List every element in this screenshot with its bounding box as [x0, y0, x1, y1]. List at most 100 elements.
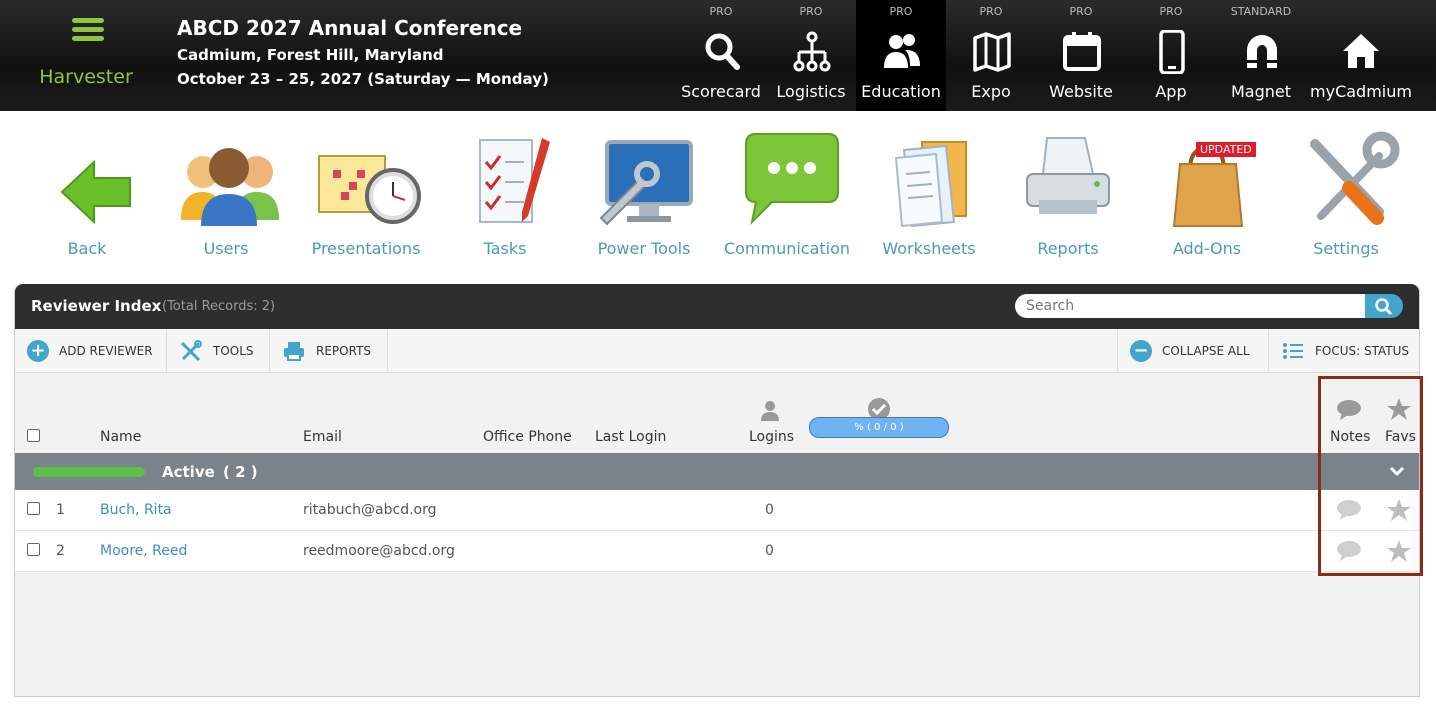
- reviewer-email: ritabuch@abcd.org: [303, 502, 437, 518]
- group-label: Active: [162, 463, 215, 481]
- collapse-all-label: COLLAPSE ALL: [1162, 344, 1250, 358]
- tool-settings[interactable]: Settings: [1281, 130, 1411, 258]
- module-nav: PRO Scorecard PRO Logistics PRO Educatio…: [676, 0, 1416, 111]
- tool-worksheets[interactable]: Worksheets: [864, 130, 994, 258]
- list-icon: [1283, 343, 1303, 359]
- tool-label: Presentations: [311, 239, 421, 258]
- nav-tier: PRO: [709, 5, 733, 18]
- tool-users[interactable]: Users: [161, 130, 291, 258]
- nav-label: Expo: [971, 82, 1011, 101]
- brand[interactable]: Harvester: [0, 0, 172, 111]
- search-icon: [1375, 298, 1392, 315]
- collapse-all-button[interactable]: − COLLAPSE ALL: [1117, 329, 1268, 373]
- nav-magnet[interactable]: STANDARD Magnet: [1216, 0, 1306, 111]
- tool-reports[interactable]: Reports: [1003, 130, 1133, 258]
- search-input[interactable]: [1015, 294, 1365, 318]
- tools-icon: [180, 340, 202, 362]
- nav-education[interactable]: PRO Education: [856, 0, 946, 111]
- hamburger-menu-icon[interactable]: [72, 18, 104, 42]
- nav-tier: PRO: [1069, 5, 1093, 18]
- col-logins[interactable]: Logins: [749, 429, 794, 445]
- group-status-bar: [33, 467, 145, 477]
- phone-icon: [1159, 30, 1185, 74]
- tool-presentations[interactable]: Presentations: [301, 130, 431, 258]
- nav-tier: PRO: [979, 5, 1003, 18]
- tool-row: Back Users Presentations Tasks Power Too…: [0, 130, 1436, 260]
- nav-scorecard[interactable]: PRO Scorecard: [676, 0, 766, 111]
- nav-label: myCadmium: [1310, 82, 1412, 101]
- top-bar: Harvester ABCD 2027 Annual Conference Ca…: [0, 0, 1436, 111]
- tool-add-ons[interactable]: UPDATED Add-Ons: [1142, 130, 1272, 258]
- nav-tier: PRO: [799, 5, 823, 18]
- reports-label: REPORTS: [316, 344, 372, 358]
- tools-button[interactable]: TOOLS: [167, 329, 270, 373]
- select-all-checkbox[interactable]: [27, 429, 40, 442]
- tool-power-tools[interactable]: Power Tools: [579, 130, 709, 258]
- tool-label: Add-Ons: [1172, 239, 1242, 258]
- reviewer-logins: 0: [765, 502, 774, 518]
- row-checkbox[interactable]: [27, 543, 40, 556]
- plus-icon: +: [27, 340, 49, 362]
- chat-icon: [745, 133, 839, 226]
- event-location: Cadmium, Forest Hill, Maryland: [177, 46, 444, 64]
- reviewer-logins: 0: [765, 543, 774, 559]
- tools-label: TOOLS: [213, 344, 254, 358]
- focus-status-label: FOCUS: STATUS: [1315, 344, 1410, 358]
- focus-status-button[interactable]: FOCUS: STATUS: [1268, 329, 1421, 373]
- nav-label: Magnet: [1230, 82, 1292, 101]
- nav-label: Logistics: [776, 82, 846, 101]
- progress-pill[interactable]: % ( 0 / 0 ): [809, 417, 949, 438]
- tool-label: Communication: [723, 239, 851, 258]
- tool-label: Users: [203, 239, 249, 258]
- nav-tier: PRO: [1159, 5, 1183, 18]
- panel-title: Reviewer Index: [31, 297, 162, 315]
- tool-back[interactable]: Back: [22, 130, 152, 258]
- tool-label: Tasks: [483, 239, 527, 258]
- nav-label: Website: [1049, 82, 1113, 101]
- power-tools-icon: [599, 140, 693, 226]
- col-name[interactable]: Name: [100, 429, 141, 445]
- reviewer-name-link[interactable]: Buch, Rita: [100, 502, 172, 518]
- tool-label: Worksheets: [882, 239, 976, 258]
- nav-label: Education: [861, 82, 941, 101]
- highlight-box: [1318, 376, 1423, 576]
- event-info: ABCD 2027 Annual Conference Cadmium, For…: [177, 16, 549, 88]
- group-active[interactable]: Active ( 2 ): [15, 453, 1419, 490]
- table-row[interactable]: 2 Moore, Reed reedmoore@abcd.org 0: [15, 531, 1419, 572]
- nav-tier: PRO: [889, 5, 913, 18]
- col-email[interactable]: Email: [303, 429, 342, 445]
- map-icon: [973, 32, 1011, 72]
- printer-icon: [284, 342, 304, 361]
- col-last-login[interactable]: Last Login: [595, 429, 666, 445]
- panel-header: Reviewer Index (Total Records: 2): [15, 284, 1419, 329]
- search-icon: [705, 33, 740, 70]
- org-chart-icon: [793, 31, 831, 72]
- event-dates: October 23 – 25, 2027 (Saturday — Monday…: [177, 70, 549, 88]
- col-office-phone[interactable]: Office Phone: [483, 429, 572, 445]
- add-reviewer-label: ADD REVIEWER: [59, 344, 153, 358]
- add-reviewer-button[interactable]: + ADD REVIEWER: [15, 329, 167, 373]
- tool-communication[interactable]: Communication: [722, 130, 852, 258]
- calendar-icon: [1063, 32, 1101, 71]
- nav-website[interactable]: PRO Website: [1036, 0, 1126, 111]
- people-icon: [884, 34, 920, 68]
- search-button[interactable]: [1365, 294, 1403, 318]
- tasks-icon: [479, 138, 550, 223]
- reports-button[interactable]: REPORTS: [270, 329, 388, 373]
- event-title: ABCD 2027 Annual Conference: [177, 16, 523, 40]
- tool-tasks[interactable]: Tasks: [440, 130, 570, 258]
- row-checkbox[interactable]: [27, 502, 40, 515]
- nav-expo[interactable]: PRO Expo: [946, 0, 1036, 111]
- tool-label: Settings: [1313, 239, 1379, 258]
- users-icon: [181, 148, 279, 226]
- nav-mycadmium[interactable]: myCadmium: [1306, 0, 1416, 111]
- nav-tier: STANDARD: [1230, 5, 1292, 18]
- tool-label: Back: [67, 239, 107, 258]
- table-row[interactable]: 1 Buch, Rita ritabuch@abcd.org 0: [15, 490, 1419, 531]
- reviewer-name-link[interactable]: Moore, Reed: [100, 543, 187, 559]
- wrench-screwdriver-icon: [1310, 131, 1400, 225]
- nav-label: Scorecard: [681, 82, 761, 101]
- nav-logistics[interactable]: PRO Logistics: [766, 0, 856, 111]
- home-icon: [1343, 34, 1379, 68]
- nav-app[interactable]: PRO App: [1126, 0, 1216, 111]
